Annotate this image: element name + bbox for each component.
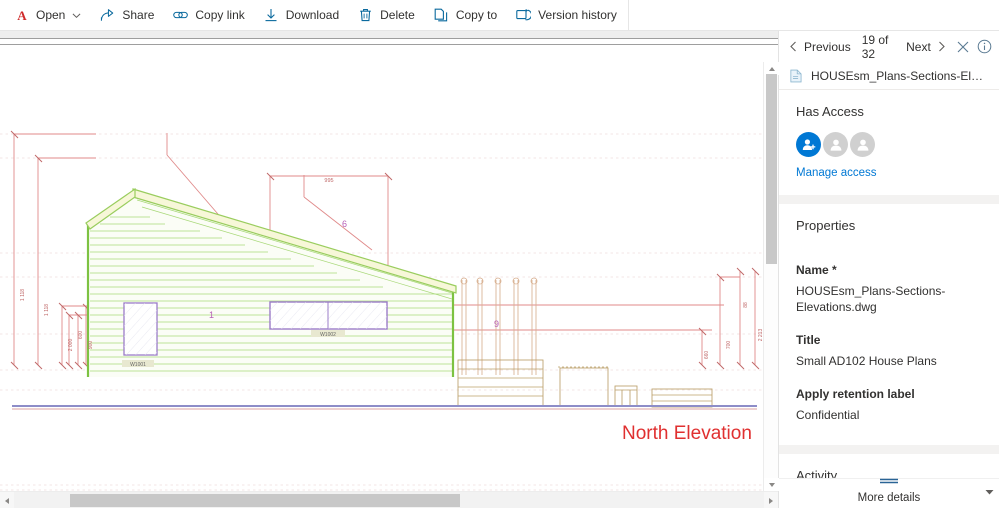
svg-text:600: 600	[78, 331, 84, 340]
file-preview-window: A Open Share Copy link Download Delete C…	[0, 0, 999, 508]
delete-label: Delete	[380, 8, 415, 22]
download-icon	[263, 7, 280, 23]
more-details-label[interactable]: More details	[858, 492, 921, 504]
property-label: Title	[796, 333, 821, 347]
drag-handle-icon[interactable]	[877, 472, 901, 490]
trash-icon	[357, 7, 374, 23]
person-add-icon	[802, 138, 815, 150]
download-button[interactable]: Download	[254, 0, 348, 30]
copy-icon	[433, 7, 450, 23]
scroll-right-button[interactable]	[764, 492, 778, 508]
property-title: Title Small AD102 House Plans	[796, 333, 982, 369]
chevron-right-icon	[938, 41, 945, 52]
cad-drawing: W1001 W1002 1 6 9 995 1 118 1 118 2 000 …	[0, 130, 778, 505]
property-label: Apply retention label	[796, 387, 915, 401]
add-person-avatar[interactable]	[796, 132, 821, 157]
vertical-scroll-thumb[interactable]	[766, 74, 777, 264]
close-button[interactable]	[952, 34, 974, 60]
person-icon	[830, 139, 841, 151]
command-bar-filler	[627, 0, 999, 31]
cad-canvas[interactable]: W1001 W1002 1 6 9 995 1 118 1 118 2 000 …	[0, 45, 778, 508]
previous-button[interactable]: Previous	[783, 34, 856, 60]
has-access-heading: Has Access	[796, 104, 864, 119]
previous-label: Previous	[804, 39, 851, 54]
property-retention-label: Apply retention label Confidential	[796, 387, 982, 423]
scroll-down-button[interactable]	[764, 478, 779, 491]
property-value[interactable]: Confidential	[796, 407, 982, 423]
share-icon	[99, 7, 116, 23]
chevron-down-icon[interactable]	[72, 11, 81, 20]
svg-text:1 118: 1 118	[44, 304, 50, 316]
page-top-strip	[0, 31, 778, 39]
info-button[interactable]	[973, 34, 995, 60]
property-value[interactable]: Small AD102 House Plans	[796, 353, 982, 369]
link-icon	[172, 7, 189, 23]
viewer-vertical-scrollbar[interactable]	[763, 62, 779, 491]
property-name: Name * HOUSEsm_Plans-Sections-Elevations…	[796, 263, 982, 315]
avatar[interactable]	[823, 132, 848, 157]
share-label: Share	[122, 8, 155, 22]
details-pane: Previous 19 of 32 Next HOUSEsm_Plans-Sec…	[779, 31, 999, 508]
delete-button[interactable]: Delete	[348, 0, 424, 30]
details-scroll-area[interactable]: Has Access Manage access Properties Name…	[779, 90, 999, 508]
version-history-icon	[515, 7, 532, 23]
dwg-file-icon	[790, 69, 802, 82]
close-icon	[957, 41, 968, 52]
page-counter: 19 of 32	[861, 32, 889, 61]
has-access-card: Has Access Manage access	[779, 90, 999, 195]
share-button[interactable]: Share	[90, 0, 163, 30]
version-history-label: Version history	[538, 8, 617, 22]
annotation-9: 9	[494, 319, 499, 329]
person-icon	[857, 139, 868, 151]
svg-text:W1001: W1001	[130, 362, 146, 368]
file-name-label: HOUSEsm_Plans-Sections-Elevation...	[810, 68, 989, 83]
svg-text:1 118: 1 118	[20, 289, 26, 301]
property-value[interactable]: HOUSEsm_Plans-Sections-Elevations.dwg	[796, 283, 982, 315]
chevron-left-icon	[790, 41, 796, 52]
copy-to-label: Copy to	[455, 8, 498, 22]
svg-text:A: A	[17, 8, 27, 22]
copy-link-label: Copy link	[195, 8, 245, 22]
copy-to-button[interactable]: Copy to	[424, 0, 506, 30]
autocad-a-icon: A	[13, 7, 30, 23]
manage-access-link[interactable]: Manage access	[796, 167, 982, 179]
dimension-995: 995	[324, 178, 333, 184]
svg-text:700: 700	[726, 341, 732, 350]
svg-text:2 000: 2 000	[68, 339, 74, 352]
file-title-bar[interactable]: HOUSEsm_Plans-Sections-Elevation...	[779, 62, 999, 90]
svg-text:900: 900	[88, 341, 94, 350]
property-label: Name *	[796, 263, 837, 277]
info-icon	[977, 39, 992, 54]
svg-text:88: 88	[743, 302, 749, 308]
svg-text:W1002: W1002	[320, 332, 336, 338]
avatar-group	[796, 132, 982, 157]
command-bar: A Open Share Copy link Download Delete C…	[0, 0, 999, 31]
open-button[interactable]: A Open	[4, 0, 90, 30]
download-label: Download	[285, 8, 340, 22]
pane-expand-caret-icon[interactable]	[985, 483, 994, 501]
properties-card: Properties Name * HOUSEsm_Plans-Sections…	[779, 204, 999, 445]
viewer-horizontal-scrollbar[interactable]	[0, 491, 778, 508]
scroll-left-button[interactable]	[0, 492, 14, 508]
annotation-6: 6	[342, 219, 347, 229]
open-label: Open	[36, 8, 66, 22]
document-viewer[interactable]: W1001 W1002 1 6 9 995 1 118 1 118 2 000 …	[0, 31, 779, 508]
body: W1001 W1002 1 6 9 995 1 118 1 118 2 000 …	[0, 31, 999, 508]
svg-text:660: 660	[704, 351, 710, 360]
details-nav-bar: Previous 19 of 32 Next	[779, 31, 999, 62]
properties-heading: Properties	[796, 218, 856, 233]
version-history-button[interactable]: Version history	[506, 0, 626, 30]
drawing-title-text: North Elevation	[622, 423, 752, 444]
more-details-bar[interactable]: More details	[779, 478, 999, 508]
annotation-1: 1	[209, 310, 214, 320]
copy-link-button[interactable]: Copy link	[163, 0, 253, 30]
next-label: Next	[906, 39, 931, 54]
avatar[interactable]	[850, 132, 875, 157]
horizontal-scroll-thumb[interactable]	[70, 494, 460, 507]
next-button[interactable]: Next	[901, 34, 952, 60]
